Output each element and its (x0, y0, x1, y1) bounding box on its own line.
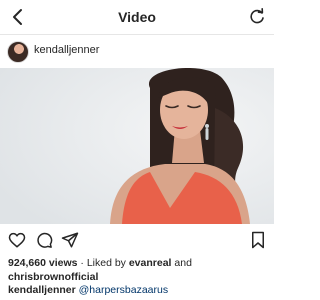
post-username[interactable]: kendalljenner (34, 44, 99, 56)
refresh-icon[interactable] (248, 8, 266, 26)
post-action-bar (0, 228, 274, 252)
liked-by-user2[interactable]: chrisbrownofficial (8, 271, 98, 283)
views-count: 924,660 views (8, 257, 78, 269)
caption-username[interactable]: kendalljenner (8, 284, 76, 296)
post-caption: kendalljenner @harpersbazaarus (8, 283, 266, 297)
heart-icon[interactable] (8, 231, 26, 249)
likes-summary: 924,660 views · Liked by evanreal and chr… (8, 256, 266, 284)
bookmark-icon[interactable] (250, 231, 266, 249)
video-player[interactable] (0, 68, 274, 224)
video-frame (0, 68, 274, 224)
share-icon[interactable] (61, 231, 79, 249)
avatar[interactable] (7, 41, 29, 63)
top-navigation-bar: Video (0, 0, 274, 35)
comment-icon[interactable] (35, 231, 53, 249)
page-title: Video (118, 9, 156, 25)
post-header: kendalljenner (0, 35, 274, 67)
liked-by-and: and (171, 257, 192, 269)
liked-by-prefix: · Liked by (77, 257, 129, 269)
liked-by-user[interactable]: evanreal (129, 257, 172, 269)
caption-mention[interactable]: @harpersbazaarus (79, 284, 168, 296)
